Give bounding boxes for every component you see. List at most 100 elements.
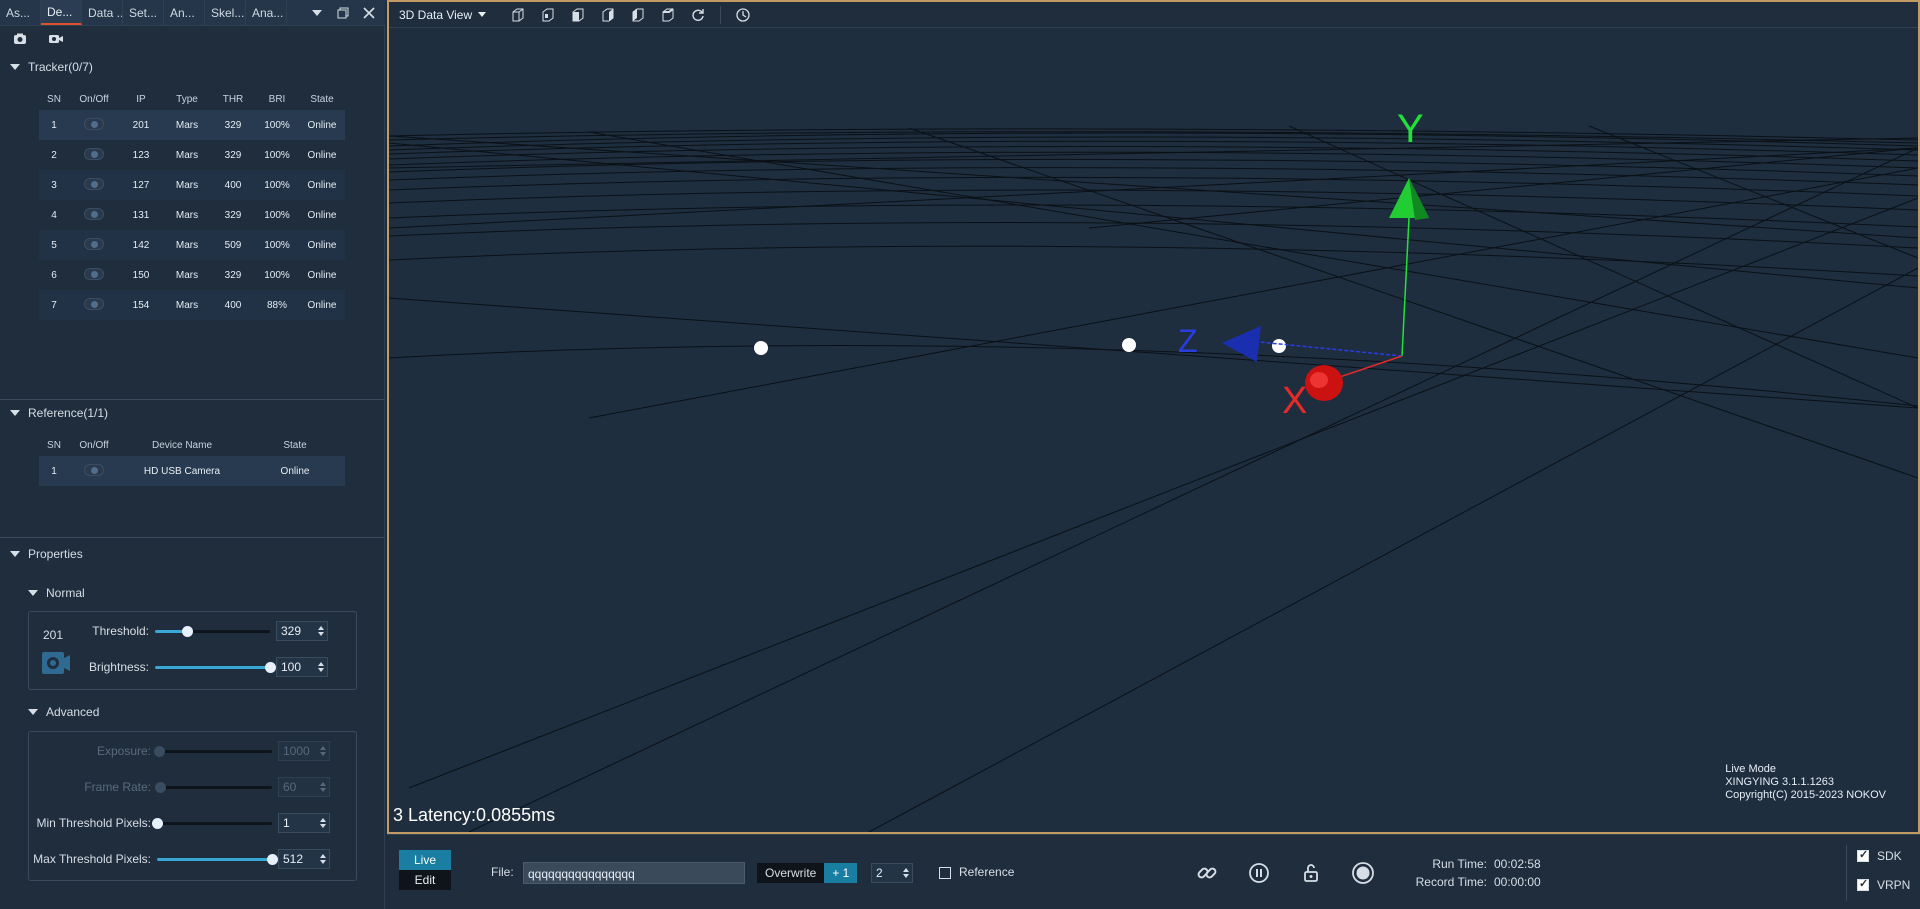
arrow-down-icon[interactable] bbox=[318, 668, 324, 672]
vrpn-checkbox[interactable] bbox=[1857, 877, 1869, 891]
collapse-icon bbox=[10, 64, 20, 70]
framerate-label: Frame Rate: bbox=[84, 780, 151, 794]
link-icon[interactable] bbox=[1195, 861, 1219, 885]
file-name-input[interactable]: qqqqqqqqqqqqqqqq bbox=[523, 862, 745, 884]
arrow-up-icon[interactable] bbox=[318, 626, 324, 630]
view-side-icon[interactable] bbox=[600, 7, 616, 23]
max-pixels-spinbox[interactable]: 512 bbox=[278, 849, 330, 869]
min-pixels-slider[interactable] bbox=[152, 818, 272, 829]
brightness-slider[interactable] bbox=[155, 662, 276, 673]
refresh-icon[interactable] bbox=[690, 7, 706, 23]
reference-section-header[interactable]: Reference(1/1) bbox=[10, 406, 108, 420]
min-pixels-spinbox[interactable]: 1 bbox=[278, 813, 330, 833]
table-row[interactable]: 6 150 Mars 329 100% Online bbox=[39, 260, 345, 290]
min-pixels-row: Min Threshold Pixels: 1 bbox=[29, 813, 330, 833]
view-perspective-icon[interactable] bbox=[510, 7, 526, 23]
tab-analysis[interactable]: Ana... bbox=[246, 0, 287, 25]
toggle-switch[interactable] bbox=[84, 177, 104, 190]
reset-view-icon[interactable] bbox=[735, 7, 751, 23]
table-row[interactable]: 3 127 Mars 400 100% Online bbox=[39, 170, 345, 200]
arrow-down-icon[interactable] bbox=[320, 824, 326, 828]
table-row[interactable]: 2 123 Mars 329 100% Online bbox=[39, 140, 345, 170]
chevron-down-icon[interactable] bbox=[309, 5, 325, 21]
arrow-down-icon[interactable] bbox=[903, 874, 909, 878]
view-left-icon[interactable] bbox=[630, 7, 646, 23]
sdk-checkbox[interactable] bbox=[1857, 848, 1869, 862]
count-value: 2 bbox=[876, 866, 883, 880]
camera-icon[interactable] bbox=[12, 31, 28, 47]
version-info: Live Mode XINGYING 3.1.1.1263 Copyright(… bbox=[1725, 763, 1886, 802]
overwrite-button[interactable]: Overwrite bbox=[757, 863, 825, 883]
cell-ip: 150 bbox=[119, 260, 163, 290]
reference-title: Reference(1/1) bbox=[28, 406, 109, 420]
marker-point[interactable] bbox=[1272, 339, 1286, 353]
arrow-up-icon[interactable] bbox=[320, 854, 326, 858]
table-row[interactable]: 1 201 Mars 329 100% Online bbox=[39, 110, 345, 140]
tracker-section-header[interactable]: Tracker(0/7) bbox=[10, 60, 93, 74]
pause-icon[interactable] bbox=[1247, 861, 1271, 885]
3d-scene[interactable]: Y Z X bbox=[389, 28, 1918, 832]
toolbar-separator bbox=[720, 5, 722, 24]
toggle-switch[interactable] bbox=[84, 207, 104, 220]
toggle-switch[interactable] bbox=[84, 147, 104, 160]
tab-skeleton[interactable]: Skel... bbox=[205, 0, 246, 25]
table-row[interactable]: 5 142 Mars 509 100% Online bbox=[39, 230, 345, 260]
threshold-slider[interactable] bbox=[155, 626, 270, 637]
marker-point[interactable] bbox=[1122, 338, 1136, 352]
toggle-switch[interactable] bbox=[84, 463, 104, 476]
live-button[interactable]: Live bbox=[399, 850, 451, 870]
arrow-down-icon[interactable] bbox=[318, 632, 324, 636]
normal-section-header[interactable]: Normal bbox=[28, 586, 85, 600]
unlock-icon[interactable] bbox=[1299, 861, 1323, 885]
table-row[interactable]: 1 HD USB Camera Online bbox=[39, 456, 345, 486]
brightness-spinbox[interactable]: 100 bbox=[276, 657, 328, 677]
restore-window-icon[interactable] bbox=[335, 5, 351, 21]
table-row[interactable]: 4 131 Mars 329 100% Online bbox=[39, 200, 345, 230]
sdk-label: SDK bbox=[1877, 849, 1902, 863]
view-front-icon[interactable] bbox=[570, 7, 586, 23]
record-icon[interactable] bbox=[1351, 861, 1375, 885]
cell-bri: 88% bbox=[255, 290, 299, 320]
toggle-switch[interactable] bbox=[84, 297, 104, 310]
edit-button[interactable]: Edit bbox=[399, 870, 451, 890]
cell-ip: 142 bbox=[119, 230, 163, 260]
reference-checkbox[interactable] bbox=[939, 867, 951, 879]
arrow-down-icon[interactable] bbox=[320, 860, 326, 864]
3d-data-view[interactable]: 3D Data View Y Z X 3 Latency:0.0855ms Li… bbox=[387, 0, 1920, 834]
min-pixels-label: Min Threshold Pixels: bbox=[36, 816, 152, 830]
increment-button[interactable]: + 1 bbox=[824, 863, 858, 883]
toggle-switch[interactable] bbox=[84, 237, 104, 250]
toggle-switch[interactable] bbox=[84, 267, 104, 280]
count-spinbox[interactable]: 2 bbox=[871, 863, 913, 883]
version-text: XINGYING 3.1.1.1263 bbox=[1725, 776, 1835, 788]
reference-table: SN On/Off Device Name State 1 HD USB Cam… bbox=[39, 434, 345, 486]
run-time-value: 00:02:58 bbox=[1494, 857, 1541, 871]
view-top-icon[interactable] bbox=[540, 7, 556, 23]
advanced-section-header[interactable]: Advanced bbox=[28, 705, 99, 719]
arrow-up-icon[interactable] bbox=[903, 868, 909, 872]
tab-devices[interactable]: De... bbox=[41, 0, 82, 25]
view-back-icon[interactable] bbox=[660, 7, 676, 23]
arrow-up-icon[interactable] bbox=[318, 662, 324, 666]
tab-settings[interactable]: Set... bbox=[123, 0, 164, 25]
brightness-label: Brightness: bbox=[88, 660, 149, 674]
bottom-bar: Live Edit File: qqqqqqqqqqqqqqqq Overwri… bbox=[387, 834, 1920, 909]
view-mode-dropdown[interactable]: 3D Data View bbox=[399, 8, 487, 22]
arrow-up-icon[interactable] bbox=[320, 818, 326, 822]
threshold-spinbox[interactable]: 329 bbox=[276, 621, 328, 641]
tab-assets[interactable]: As... bbox=[0, 0, 41, 25]
table-row[interactable]: 7 154 Mars 400 88% Online bbox=[39, 290, 345, 320]
left-panel: As... De... Data ... Set... An... Skel..… bbox=[0, 0, 385, 909]
close-icon[interactable] bbox=[361, 5, 377, 21]
toggle-switch[interactable] bbox=[84, 117, 104, 130]
tracker-table: SN On/Off IP Type THR BRI State 1 201 Mars… bbox=[39, 88, 345, 320]
tab-data[interactable]: Data ... bbox=[82, 0, 123, 25]
exposure-value: 1000 bbox=[283, 744, 310, 758]
video-camera-icon[interactable] bbox=[48, 31, 64, 47]
properties-section-header[interactable]: Properties bbox=[10, 547, 83, 561]
marker-point[interactable] bbox=[754, 341, 768, 355]
normal-title: Normal bbox=[46, 586, 85, 600]
tab-an[interactable]: An... bbox=[164, 0, 205, 25]
max-pixels-slider[interactable] bbox=[157, 854, 278, 865]
cell-toggle bbox=[69, 170, 119, 200]
